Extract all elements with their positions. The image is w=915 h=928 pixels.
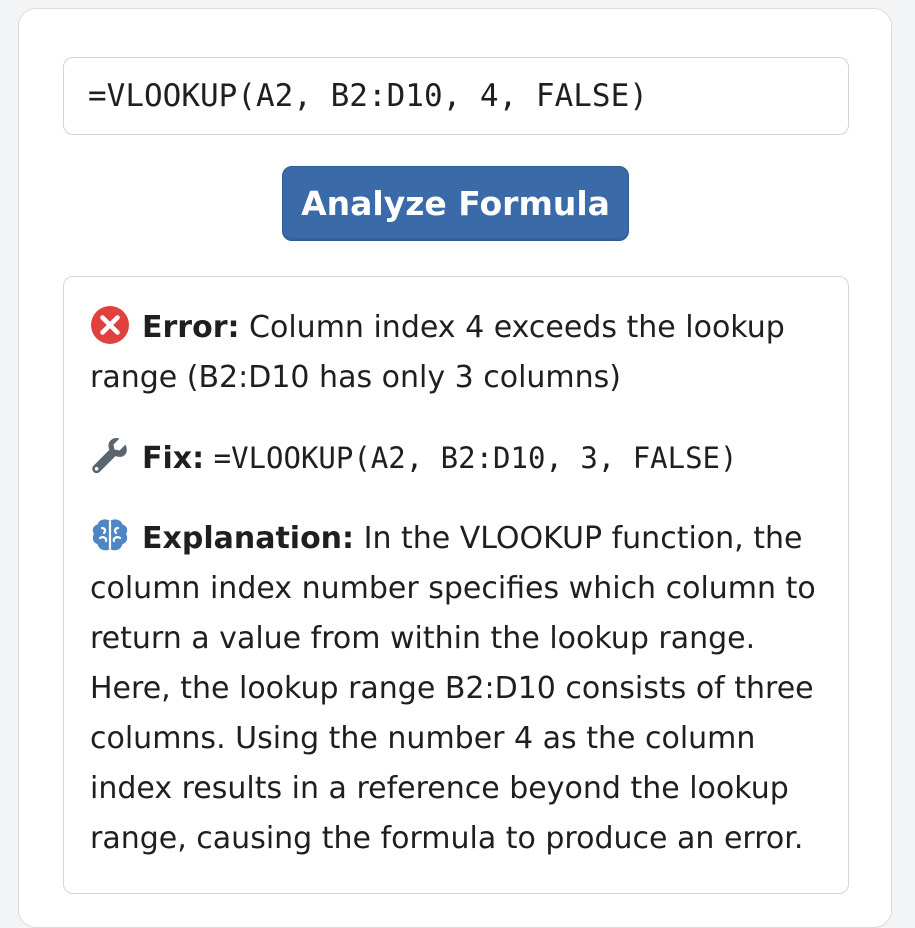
analyze-formula-button[interactable]: Analyze Formula bbox=[282, 166, 629, 241]
explanation-text: In the VLOOKUP function, the column inde… bbox=[90, 521, 816, 856]
error-x-circle-icon bbox=[90, 305, 130, 345]
brain-icon bbox=[90, 516, 130, 556]
error-row: Error: Column index 4 exceeds the lookup… bbox=[90, 303, 822, 403]
formula-input[interactable] bbox=[63, 57, 849, 135]
error-label: Error: bbox=[142, 310, 240, 345]
fix-row: Fix: =VLOOKUP(A2, B2:D10, 3, FALSE) bbox=[90, 433, 822, 484]
wrench-icon bbox=[90, 436, 130, 476]
analysis-result-panel: Error: Column index 4 exceeds the lookup… bbox=[63, 276, 849, 894]
explanation-row: Explanation: In the VLOOKUP function, th… bbox=[90, 514, 822, 864]
fixed-formula: =VLOOKUP(A2, B2:D10, 3, FALSE) bbox=[213, 441, 738, 475]
fix-label: Fix: bbox=[142, 441, 205, 476]
formula-analyzer-card: Analyze Formula Error: Column index 4 ex… bbox=[18, 8, 892, 928]
explanation-label: Explanation: bbox=[142, 521, 355, 556]
